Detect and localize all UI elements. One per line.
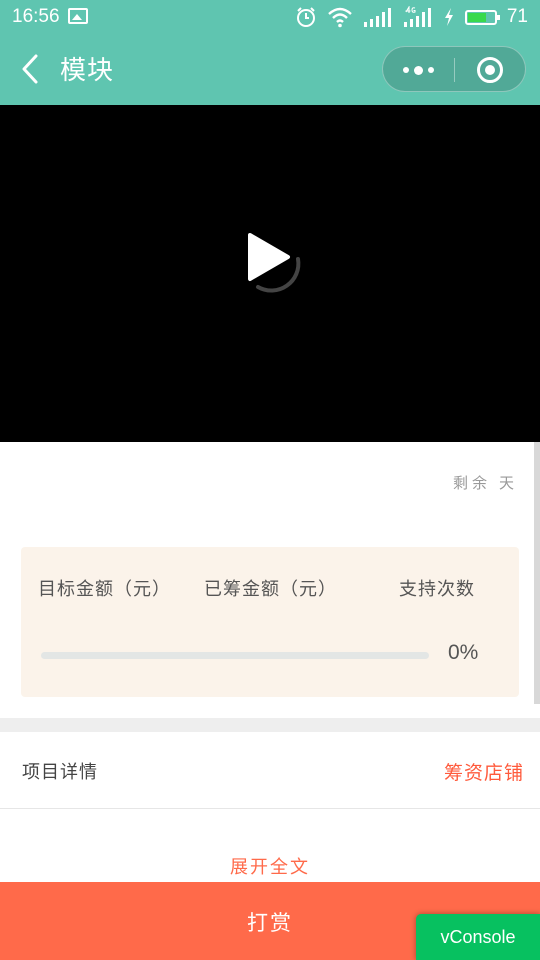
vconsole-button[interactable]: vConsole: [416, 914, 540, 960]
status-time: 16:56: [12, 6, 60, 27]
mini-program-capsule: [382, 46, 526, 92]
remaining-prefix: 剩余: [452, 474, 491, 492]
remaining-days: 剩余天: [449, 472, 518, 493]
expand-full-text-link[interactable]: 展开全文: [0, 853, 540, 879]
status-bar: 16:56 71: [0, 0, 540, 34]
page: 16:56 71 模块 剩余 天 目标金额（元） 已筹金额（元） 支持次数 0%…: [0, 0, 540, 960]
funding-card: 目标金额（元） 已筹金额（元） 支持次数 0%: [21, 547, 519, 697]
capsule-divider: [454, 58, 455, 82]
signal-icon: [363, 8, 391, 27]
raised-amount-label: 已筹金额（元）: [204, 579, 337, 600]
target-amount-label: 目标金额（元）: [38, 579, 171, 600]
charging-icon: [444, 8, 453, 26]
video-player[interactable]: [0, 105, 540, 442]
progress-bar: [41, 652, 429, 659]
section-divider: [0, 718, 540, 732]
battery-level: [467, 12, 487, 22]
nav-bar: 模块: [0, 34, 540, 105]
wifi-icon: [328, 7, 352, 28]
funding-shop-link[interactable]: 筹资店铺: [444, 758, 524, 785]
project-details-title: 项目详情: [22, 762, 98, 783]
details-row: 项目详情 筹资店铺: [0, 732, 540, 809]
alarm-icon: [296, 7, 315, 27]
image-icon: [68, 8, 88, 24]
target-circle-icon[interactable]: [477, 57, 503, 83]
status-icons: 71: [295, 4, 528, 30]
progress-percent: 0%: [448, 641, 479, 664]
more-dots-icon[interactable]: [383, 47, 454, 93]
chevron-left-icon[interactable]: [14, 50, 48, 88]
play-icon[interactable]: [236, 229, 306, 299]
signal-4g-icon: [403, 6, 431, 27]
battery-icon: [464, 9, 500, 25]
support-count-label: 支持次数: [399, 579, 475, 600]
page-title: 模块: [60, 56, 115, 86]
remaining-suffix: 天: [498, 474, 518, 492]
scrollbar[interactable]: [534, 442, 540, 704]
battery-percent: 71: [506, 6, 528, 27]
